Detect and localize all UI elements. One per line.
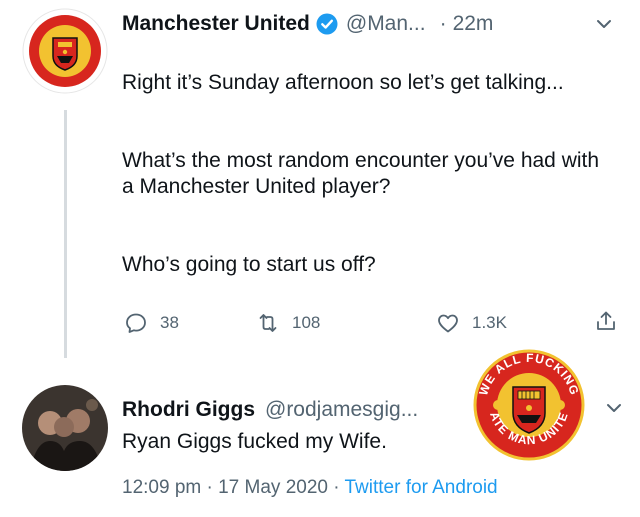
- retweet-button[interactable]: 108: [256, 311, 320, 335]
- hate-man-united-crest-icon: WE ALL FUCKING HATE MAN UNITED: [465, 334, 588, 465]
- reply-header: Rhodri Giggs @rodjamesgig...: [122, 394, 418, 426]
- separator: ·: [439, 12, 447, 35]
- user-avatar[interactable]: [22, 385, 108, 471]
- tweet-paragraph: What’s the most random encounter you’ve …: [122, 149, 600, 198]
- manchester-united-crest-icon: [22, 8, 108, 94]
- reply-count: 38: [160, 313, 179, 332]
- thread-line: [64, 110, 67, 358]
- tweet-text: Right it’s Sunday afternoon so let’s get…: [122, 70, 602, 278]
- reply-icon: [126, 313, 146, 333]
- tweet-timestamp[interactable]: 12:09 pm · 17 May 2020 ·: [122, 477, 345, 498]
- tweet-source[interactable]: Twitter for Android: [345, 477, 498, 498]
- manchester-united-avatar[interactable]: [22, 8, 108, 94]
- tweet-paragraph: Who’s going to start us off?: [122, 253, 376, 276]
- verified-badge-icon: [316, 13, 338, 35]
- display-name[interactable]: Rhodri Giggs: [122, 398, 255, 422]
- tweet-header: Manchester United @Man... · 22m: [122, 8, 493, 40]
- avatar-photo-icon: [22, 385, 108, 471]
- heart-icon: [438, 314, 458, 333]
- user-handle[interactable]: @Man...: [346, 12, 426, 36]
- user-handle[interactable]: @rodjamesgig...: [265, 398, 418, 422]
- reply-button[interactable]: 38: [124, 311, 179, 335]
- chevron-down-icon[interactable]: [604, 398, 624, 418]
- like-count: 1.3K: [472, 313, 507, 332]
- retweet-count: 108: [292, 313, 321, 332]
- share-icon: [597, 311, 615, 330]
- retweet-icon: [259, 314, 277, 332]
- tweet-meta: 12:09 pm · 17 May 2020 · Twitter for And…: [122, 477, 498, 499]
- tweet-time[interactable]: 22m: [453, 12, 494, 36]
- share-button[interactable]: [594, 309, 630, 333]
- reply-text: Ryan Giggs fucked my Wife.: [122, 430, 387, 453]
- chevron-down-icon[interactable]: [594, 14, 614, 34]
- like-button[interactable]: 1.3K: [436, 311, 507, 335]
- display-name[interactable]: Manchester United: [122, 12, 310, 36]
- tweet-paragraph: Right it’s Sunday afternoon so let’s get…: [122, 71, 564, 94]
